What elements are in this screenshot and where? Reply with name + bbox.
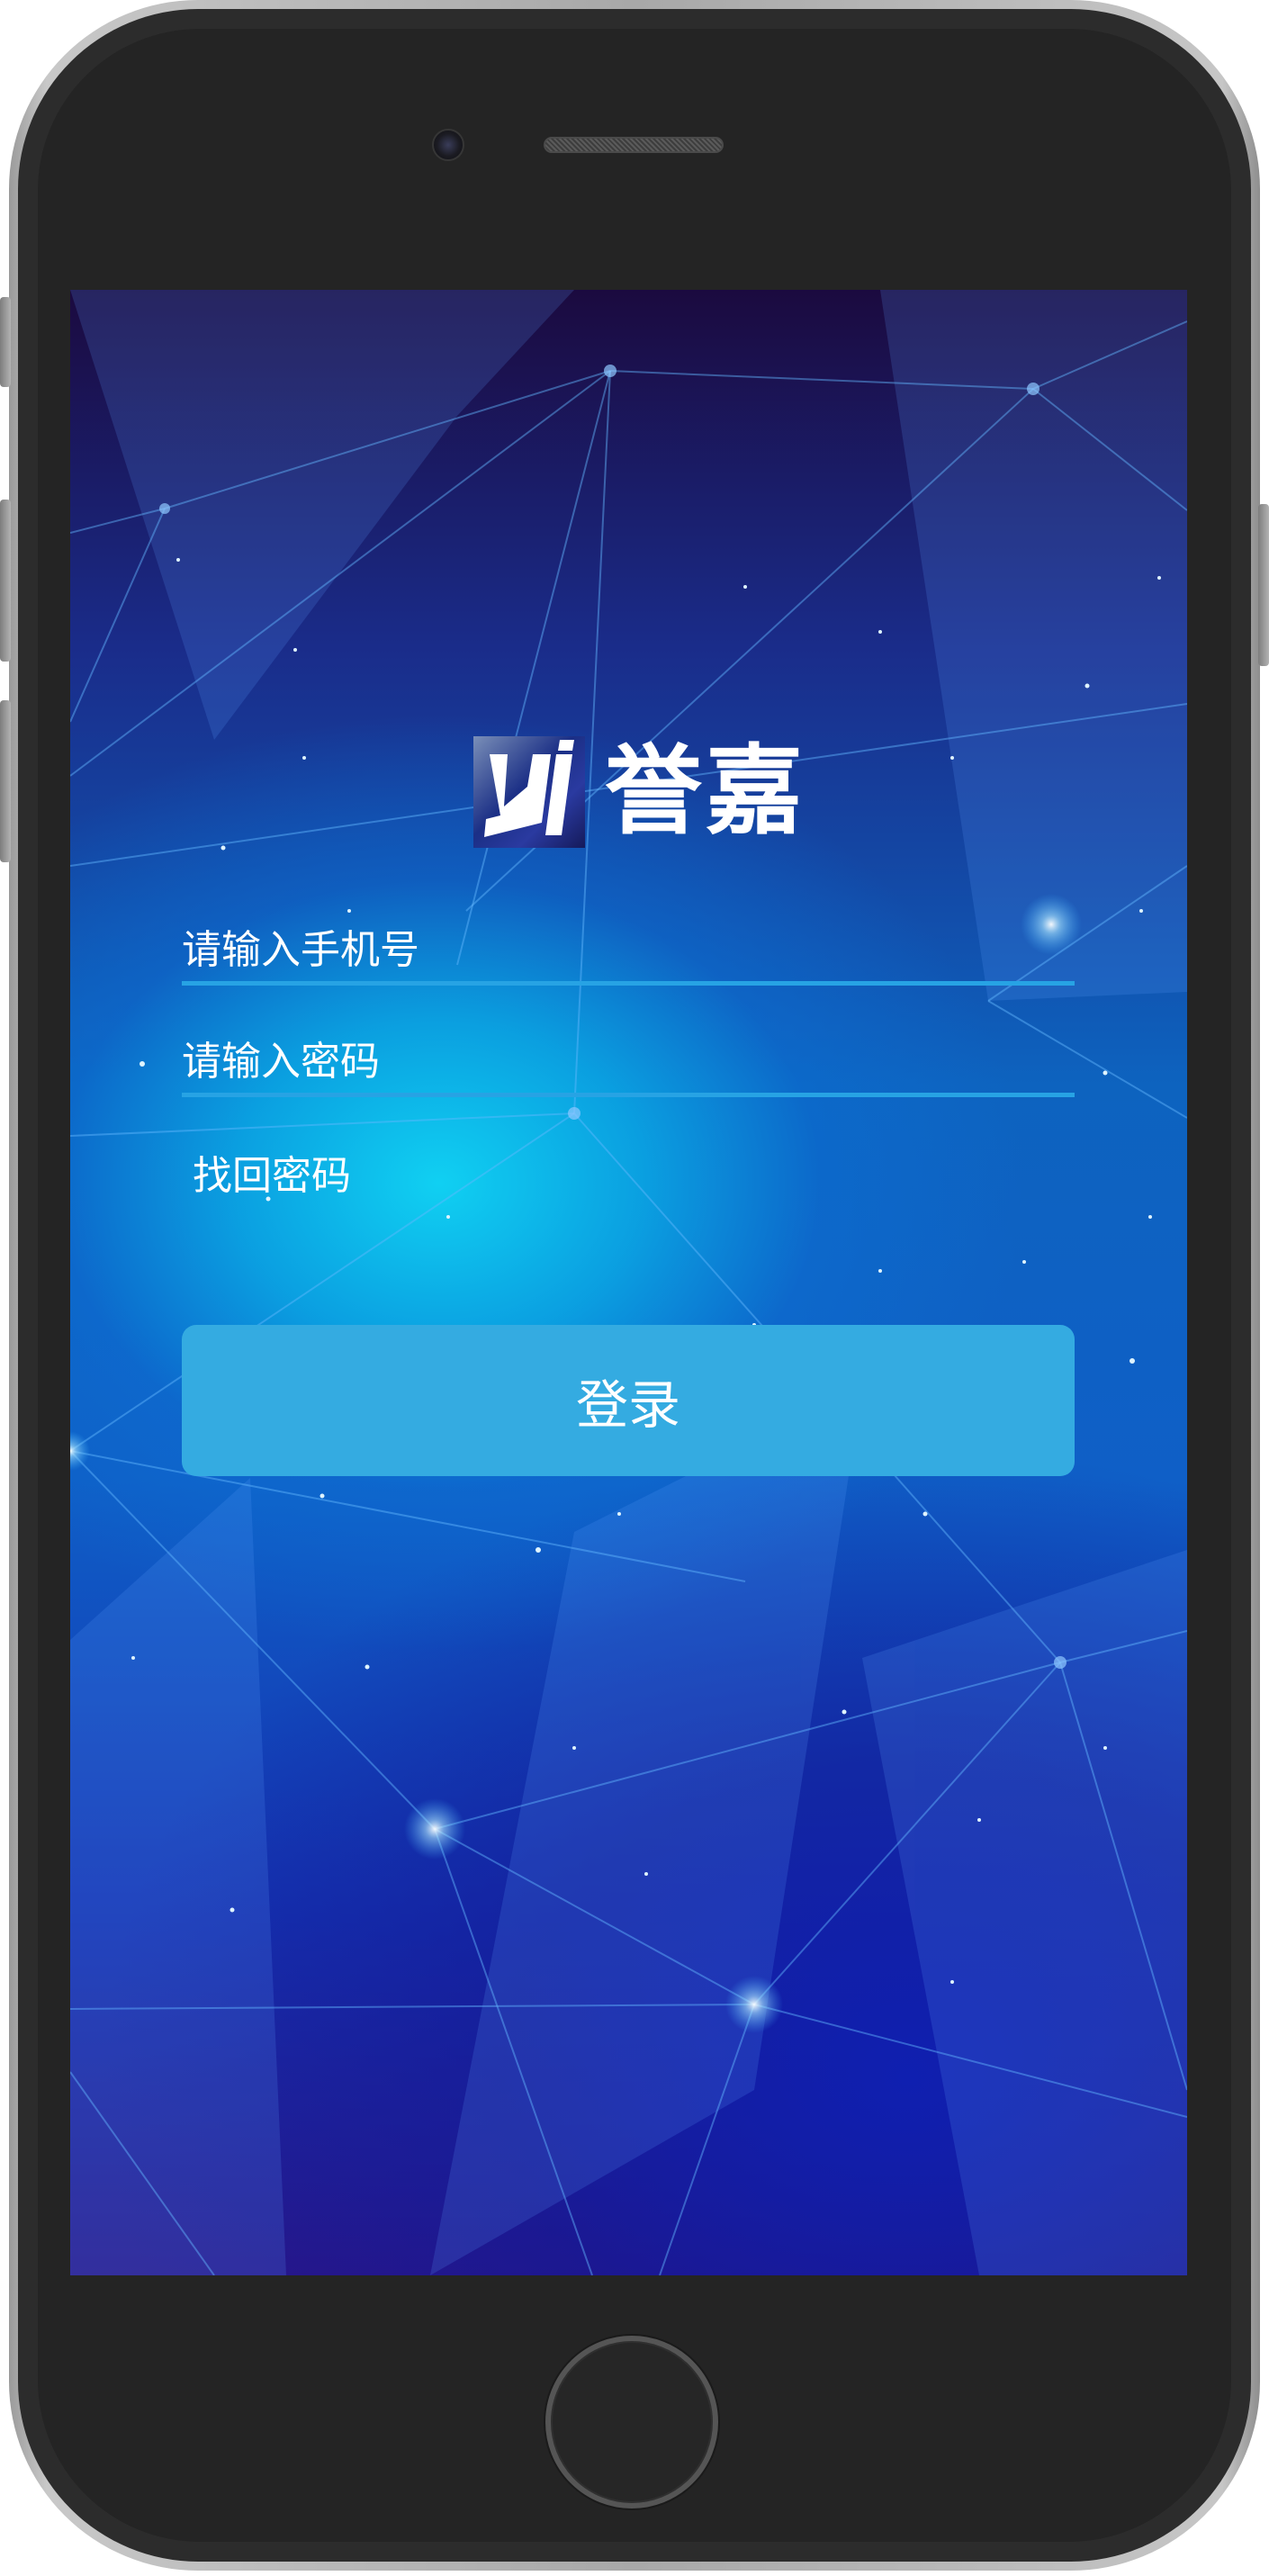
network-background bbox=[70, 290, 1187, 2275]
password-input[interactable] bbox=[182, 1025, 1075, 1097]
forgot-password-link[interactable]: 找回密码 bbox=[193, 1143, 351, 1201]
volume-up-button bbox=[0, 500, 11, 662]
brand-name: 誉嘉 bbox=[605, 735, 807, 848]
password-field[interactable] bbox=[182, 1025, 1075, 1097]
yj-logo-icon bbox=[473, 736, 585, 848]
login-screen: 誉嘉 找回密码 登录 bbox=[70, 290, 1187, 2275]
mute-switch bbox=[0, 297, 11, 387]
power-button bbox=[1258, 504, 1269, 666]
front-camera-icon bbox=[432, 129, 464, 161]
volume-down-button bbox=[0, 700, 11, 862]
home-button[interactable] bbox=[545, 2336, 718, 2508]
earpiece-speaker-icon bbox=[544, 137, 724, 153]
phone-field[interactable] bbox=[182, 914, 1075, 986]
phone-input[interactable] bbox=[182, 914, 1075, 986]
login-button[interactable]: 登录 bbox=[182, 1325, 1075, 1476]
brand-logo: 誉嘉 bbox=[473, 736, 803, 850]
